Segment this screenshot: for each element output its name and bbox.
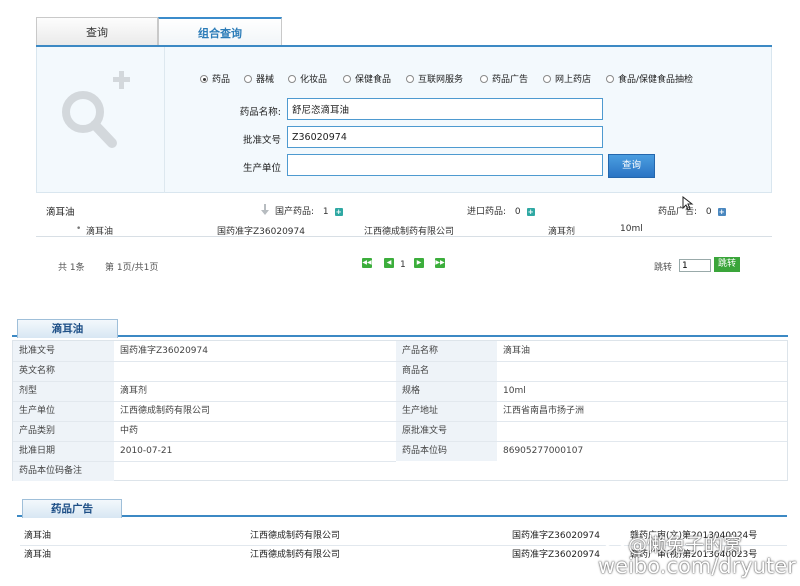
radio-icon — [244, 75, 252, 83]
approval-number-label: 批准文号 — [242, 135, 281, 146]
detail-section-title: 滴耳油 — [17, 319, 118, 338]
divider — [36, 236, 772, 237]
radio-device[interactable]: 器械 — [244, 73, 274, 87]
ads-section-header — [17, 499, 787, 517]
first-page-button[interactable]: ◀◀ — [362, 258, 372, 268]
radio-icon — [406, 75, 414, 83]
row-divider — [13, 401, 787, 402]
arrow-down-icon — [261, 204, 269, 215]
radio-food-sampling[interactable]: 食品/保健食品抽检 — [606, 73, 693, 87]
field-key: 英文名称 — [13, 361, 114, 381]
page-info: 第 1页/共1页 — [105, 263, 159, 273]
radio-drug[interactable]: 药品 — [200, 73, 230, 87]
import-drugs-count[interactable]: 进口药品: 0 + — [467, 204, 535, 217]
row-divider — [13, 441, 787, 442]
drug-ads-count[interactable]: 药品广告: 0 + — [658, 204, 726, 217]
drug-name-input[interactable] — [287, 98, 603, 120]
prev-page-button[interactable]: ◀ — [384, 258, 394, 268]
field-value: 滴耳油 — [503, 346, 531, 356]
detail-section-header — [12, 319, 788, 337]
result-group-name: 滴耳油 — [46, 207, 75, 218]
field-value — [114, 461, 394, 481]
magnifier-plus-icon — [62, 71, 130, 148]
total-count: 共 1条 — [58, 263, 85, 273]
field-key: 批准日期 — [13, 441, 114, 461]
field-value: 国药准字Z36020974 — [120, 346, 208, 356]
search-button[interactable]: 查询 — [608, 154, 655, 178]
field-value: 10ml — [503, 386, 526, 396]
field-value — [114, 361, 394, 381]
search-illustration — [36, 47, 165, 193]
jump-page-input[interactable] — [679, 259, 711, 272]
field-value — [497, 421, 787, 441]
manufacturer-label: 生产单位 — [242, 163, 281, 174]
last-page-button[interactable]: ▶▶ — [435, 258, 445, 268]
radio-icon — [543, 75, 551, 83]
watermark-site: weibo.com/dryuter — [598, 554, 796, 578]
field-value: 86905277000107 — [503, 446, 584, 456]
field-value: 中药 — [120, 426, 139, 436]
next-page-button[interactable]: ▶ — [414, 258, 424, 268]
field-key: 批准文号 — [13, 341, 114, 361]
radio-icon — [480, 75, 488, 83]
field-key: 产品类别 — [13, 421, 114, 441]
field-key: 生产地址 — [396, 401, 497, 421]
ads-section-title: 药品广告 — [22, 499, 122, 518]
row-divider — [13, 361, 787, 362]
field-value: 2010-07-21 — [120, 446, 173, 456]
row-divider — [13, 381, 787, 382]
field-key: 原批准文号 — [396, 421, 497, 441]
field-key: 药品本位码备注 — [13, 461, 114, 481]
radio-internet-service[interactable]: 互联网服务 — [406, 73, 463, 87]
radio-cosmetics[interactable]: 化妆品 — [288, 73, 327, 87]
field-value: 江西德成制药有限公司 — [120, 406, 211, 416]
tab-query[interactable]: 查询 — [36, 17, 158, 46]
domestic-drugs-count[interactable]: 国产药品: 1 + — [275, 204, 343, 217]
radio-online-pharmacy[interactable]: 网上药店 — [543, 73, 591, 87]
current-page: 1 — [400, 260, 406, 270]
field-key: 药品本位码 — [396, 441, 497, 461]
field-key: 规格 — [396, 381, 497, 401]
expand-plus-icon[interactable]: + — [334, 208, 343, 216]
manufacturer-input[interactable] — [287, 154, 603, 176]
weibo-logo-icon — [604, 530, 627, 549]
tab-combo-query[interactable]: 组合查询 — [158, 17, 282, 46]
field-value: 滴耳剂 — [120, 386, 148, 396]
jump-button[interactable]: 跳转 — [714, 257, 740, 272]
radio-icon — [606, 75, 614, 83]
radio-drug-ads[interactable]: 药品广告 — [480, 73, 528, 87]
row-divider — [13, 461, 396, 462]
expand-plus-icon[interactable]: + — [717, 208, 726, 216]
radio-icon — [288, 75, 296, 83]
radio-health-food[interactable]: 保健食品 — [343, 73, 391, 87]
field-key: 产品名称 — [396, 341, 497, 361]
field-value: 江西省南昌市扬子洲 — [503, 406, 585, 416]
approval-number-input[interactable] — [287, 126, 603, 148]
expand-plus-icon[interactable]: + — [526, 208, 535, 216]
radio-icon — [343, 75, 351, 83]
watermark-handle: @懒兔子的窝 — [628, 534, 743, 556]
field-key: 商品名 — [396, 361, 497, 381]
field-key: 生产单位 — [13, 401, 114, 421]
result-spec: 10ml — [620, 224, 643, 234]
jump-label: 跳转 — [654, 263, 673, 273]
radio-checked-icon — [200, 75, 208, 83]
field-key: 剂型 — [13, 381, 114, 401]
row-divider — [13, 421, 787, 422]
drug-name-label: 药品名称: — [239, 107, 281, 118]
field-value — [497, 361, 787, 381]
